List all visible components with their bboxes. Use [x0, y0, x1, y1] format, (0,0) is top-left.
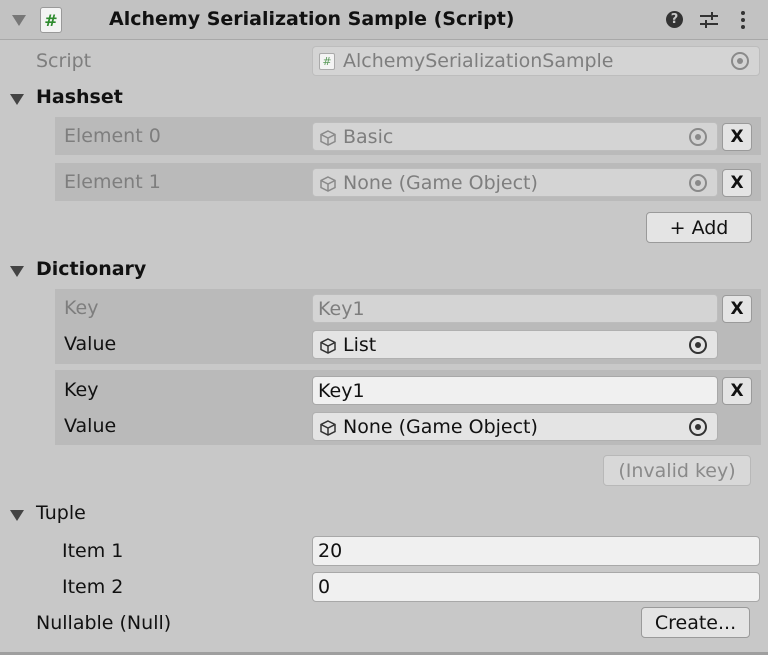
- remove-entry-0-button[interactable]: X: [722, 295, 752, 323]
- remove-element-1-button[interactable]: X: [722, 169, 752, 197]
- hashset-title[interactable]: Hashset: [36, 88, 123, 107]
- script-file-icon: #: [319, 53, 335, 70]
- dictionary-entry-0-value-label: Value: [64, 333, 117, 355]
- script-label: Script: [36, 50, 92, 72]
- dictionary-entry-0-key-label: Key: [64, 297, 99, 319]
- hashset-foldout-arrow[interactable]: [10, 94, 24, 105]
- remove-element-0-button[interactable]: X: [722, 123, 752, 151]
- tuple-title[interactable]: Tuple: [36, 504, 86, 523]
- hashset-element-1-field: None (Game Object): [312, 168, 718, 197]
- remove-entry-1-button[interactable]: X: [722, 377, 752, 405]
- object-picker-icon[interactable]: [689, 418, 707, 436]
- dictionary-entry-1-value-field[interactable]: None (Game Object): [312, 412, 718, 441]
- nullable-create-button[interactable]: Create...: [641, 607, 750, 638]
- preset-sliders-icon[interactable]: [698, 10, 720, 30]
- dictionary-entry-1-key-field[interactable]: Key1: [312, 376, 718, 405]
- script-field: # AlchemySerializationSample: [312, 46, 760, 76]
- help-icon[interactable]: ?: [666, 11, 683, 28]
- hashset-element-0-label: Element 0: [64, 125, 161, 147]
- invalid-key-button: (Invalid key): [603, 455, 751, 486]
- dictionary-entry-0-key-field: Key1: [312, 294, 718, 323]
- tuple-item-2-value: 0: [318, 576, 331, 598]
- more-vert-icon[interactable]: [738, 10, 748, 30]
- cube-icon: [319, 175, 337, 193]
- dictionary-entry-0-value-text: List: [343, 333, 377, 356]
- dictionary-entry-1-value-label: Value: [64, 415, 117, 437]
- script-icon: #: [40, 7, 62, 33]
- cube-icon: [319, 129, 337, 147]
- hashset-element-1-label: Element 1: [64, 171, 161, 193]
- dictionary-entry-1-value-text: None (Game Object): [343, 415, 538, 438]
- dictionary-entry-0-key-value: Key1: [318, 297, 365, 320]
- dictionary-entry-0-value-field[interactable]: List: [312, 330, 718, 359]
- hashset-element-1-value: None (Game Object): [343, 171, 538, 194]
- tuple-foldout-arrow[interactable]: [10, 510, 24, 521]
- dictionary-foldout-arrow[interactable]: [10, 266, 24, 277]
- object-picker-icon: [731, 52, 749, 70]
- dictionary-entry-1-key-label: Key: [64, 379, 99, 401]
- tuple-item-1-label: Item 1: [62, 540, 124, 562]
- tuple-item-1-field[interactable]: 20: [312, 536, 760, 566]
- object-picker-icon: [689, 174, 707, 192]
- cube-icon: [319, 419, 337, 437]
- script-value: AlchemySerializationSample: [343, 50, 614, 72]
- tuple-item-1-value: 20: [318, 540, 343, 562]
- dictionary-title[interactable]: Dictionary: [36, 260, 146, 279]
- hashset-element-0-field: Basic: [312, 122, 718, 151]
- tuple-item-2-label: Item 2: [62, 576, 124, 598]
- component-foldout-arrow[interactable]: [12, 15, 26, 26]
- dictionary-entry-1-key-value: Key1: [318, 379, 365, 402]
- hashset-add-button[interactable]: + Add: [646, 212, 752, 243]
- tuple-item-2-field[interactable]: 0: [312, 572, 760, 602]
- nullable-label: Nullable (Null): [36, 612, 172, 634]
- hashset-element-0-value: Basic: [343, 125, 394, 148]
- object-picker-icon: [689, 128, 707, 146]
- component-title: Alchemy Serialization Sample (Script): [109, 8, 515, 30]
- object-picker-icon[interactable]: [689, 336, 707, 354]
- cube-icon: [319, 337, 337, 355]
